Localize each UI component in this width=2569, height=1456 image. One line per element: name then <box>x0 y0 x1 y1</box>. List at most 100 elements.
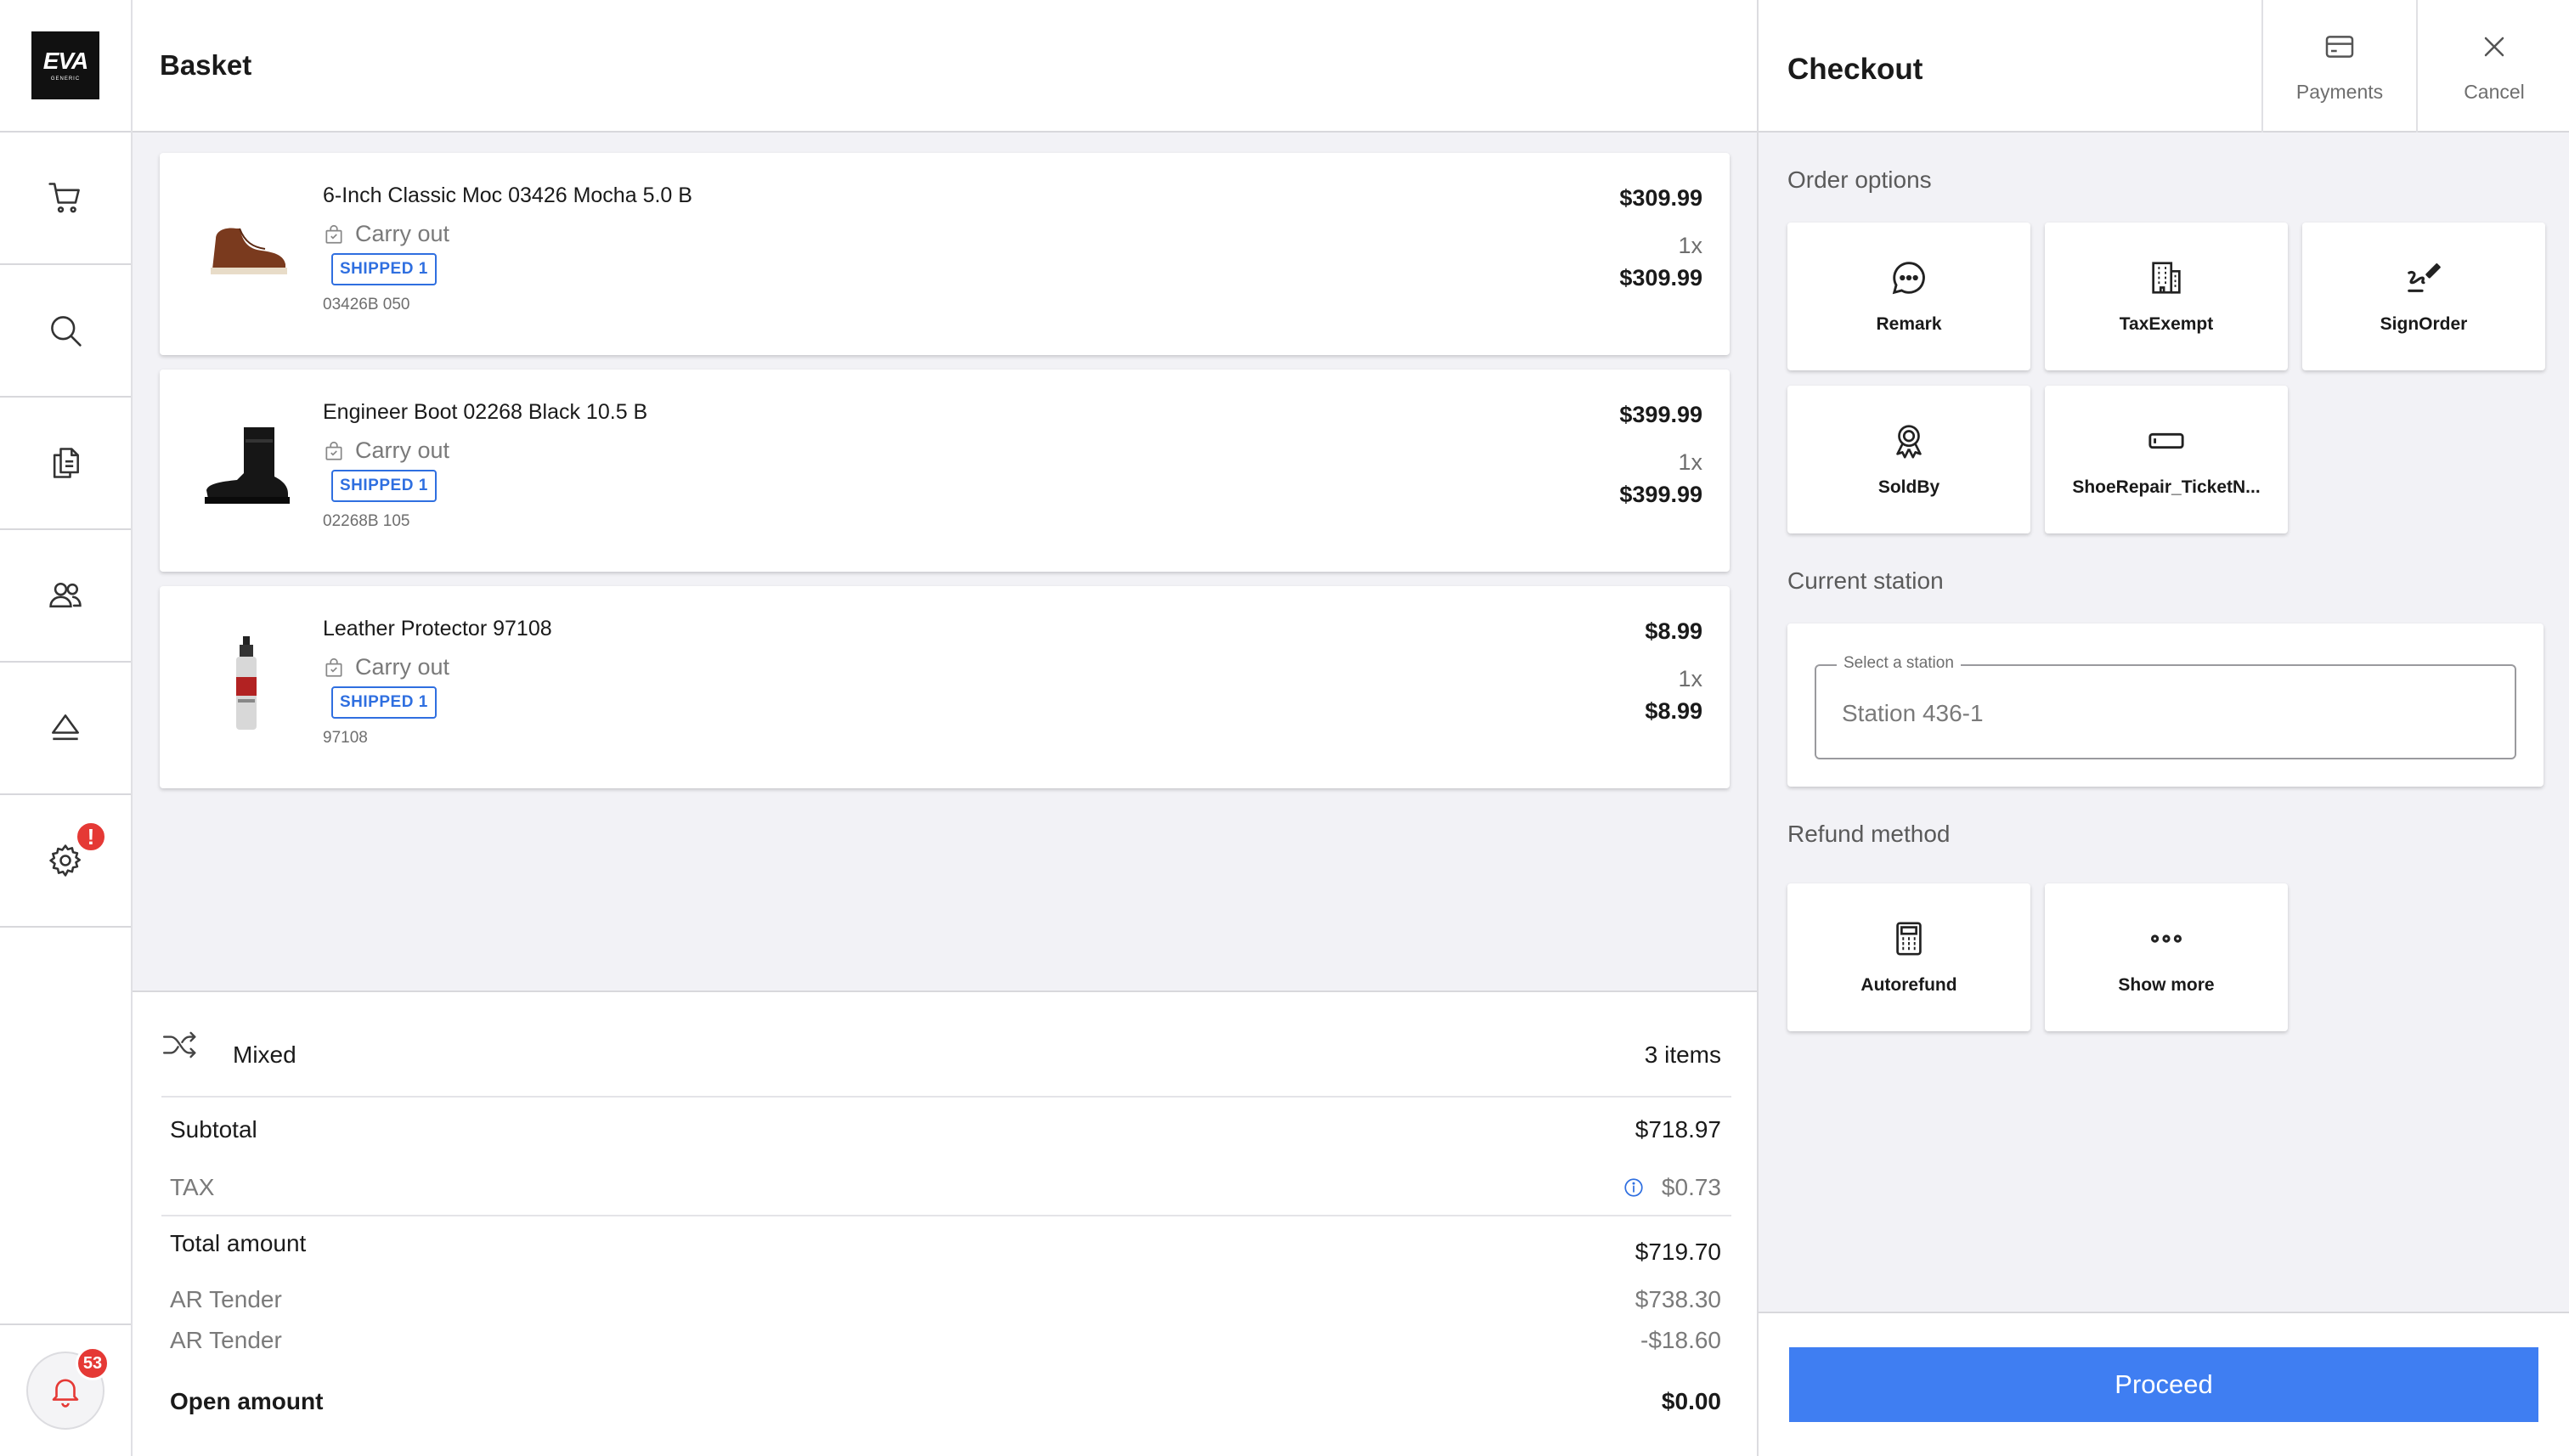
tender-amount: -$18.60 <box>1640 1327 1721 1353</box>
basket-item[interactable]: 6-Inch Classic Moc 03426 Mocha 5.0 B Car… <box>160 153 1730 355</box>
summary-divider <box>161 1215 1731 1216</box>
total-value: $719.70 <box>1635 1239 1721 1265</box>
speech-bubble-icon <box>1892 262 1925 295</box>
shipped-badge: SHIPPED 1 <box>331 470 437 502</box>
tender-label: AR Tender <box>170 1286 282 1312</box>
documents-icon <box>53 448 79 478</box>
station-card: Select a station <box>1787 624 2544 787</box>
award-icon <box>1896 425 1922 459</box>
shopping-bag-icon <box>325 657 342 677</box>
open-amount-row: Open amount $0.00 <box>170 1388 1721 1415</box>
option-soldby[interactable]: SoldBy <box>1787 386 2030 533</box>
delivery-mixed-row[interactable]: Mixed 3 items <box>161 992 1731 1098</box>
checkout-footer: Proceed <box>1759 1312 2569 1456</box>
signature-icon <box>2408 263 2441 292</box>
refund-autorefund[interactable]: Autorefund <box>1787 883 2030 1031</box>
option-label: Remark <box>1876 314 1942 334</box>
mixed-label: Mixed <box>233 1041 296 1068</box>
item-delivery-label: Carry out <box>355 437 450 463</box>
checkout-panel: Checkout Payments Cancel Order options R… <box>1757 0 2569 1456</box>
refund-method-title: Refund method <box>1787 821 1951 847</box>
item-line-total: $399.99 <box>1619 482 1702 507</box>
more-dots-icon <box>2150 934 2182 943</box>
eject-icon <box>52 714 79 741</box>
item-sku: 03426B 050 <box>323 296 410 313</box>
sidebar-item-basket[interactable] <box>0 133 131 265</box>
option-label: SoldBy <box>1877 477 1940 497</box>
checkout-title: Checkout <box>1787 53 1923 86</box>
sidebar-item-settings[interactable]: ! <box>0 795 131 928</box>
subtotal-row: Subtotal $718.97 <box>170 1116 1721 1143</box>
item-unit-price: $8.99 <box>1645 618 1702 644</box>
subtotal-value: $718.97 <box>1635 1116 1721 1143</box>
item-quantity: 1x <box>1678 666 1702 691</box>
checkout-header: Checkout Payments Cancel <box>1759 0 2569 133</box>
items-count: 3 items <box>1644 1041 1721 1068</box>
station-field-label: Select a station <box>1837 654 1961 673</box>
notifications-cell: 53 <box>0 1323 131 1456</box>
basket-items: 6-Inch Classic Moc 03426 Mocha 5.0 B Car… <box>160 153 1730 803</box>
settings-alert-badge: ! <box>75 821 107 853</box>
basket-header: Basket <box>133 0 1757 133</box>
item-unit-price: $399.99 <box>1619 402 1702 427</box>
refund-show-more[interactable]: Show more <box>2045 883 2288 1031</box>
item-name: Engineer Boot 02268 Black 10.5 B <box>323 400 648 424</box>
close-icon <box>2484 37 2504 56</box>
info-icon[interactable] <box>1623 1177 1645 1199</box>
cancel-label: Cancel <box>2464 80 2525 103</box>
logo-text: EVA <box>42 48 88 74</box>
option-remark[interactable]: Remark <box>1787 223 2030 370</box>
item-name: Leather Protector 97108 <box>323 617 552 641</box>
bell-icon <box>52 1379 79 1408</box>
item-delivery: Carry out <box>323 437 449 464</box>
option-taxexempt[interactable]: TaxExempt <box>2045 223 2288 370</box>
item-quantity: 1x <box>1678 233 1702 258</box>
item-unit-price: $309.99 <box>1619 185 1702 211</box>
shuffle-icon <box>162 1031 196 1058</box>
shipped-badge: SHIPPED 1 <box>331 686 437 719</box>
tender-label: AR Tender <box>170 1327 282 1353</box>
tender-row: AR Tender -$18.60 <box>170 1327 1721 1354</box>
tender-amount: $738.30 <box>1635 1286 1721 1312</box>
station-select-field[interactable]: Select a station <box>1815 654 2516 759</box>
sidebar-item-search[interactable] <box>0 265 131 398</box>
option-label: ShoeRepair_TicketN... <box>2072 477 2261 497</box>
sidebar-item-orders[interactable] <box>0 398 131 530</box>
ticket-icon <box>2148 432 2184 449</box>
proceed-button[interactable]: Proceed <box>1789 1347 2538 1422</box>
item-delivery: Carry out <box>323 654 449 680</box>
item-delivery-label: Carry out <box>355 654 450 680</box>
station-input[interactable] <box>1842 700 2487 727</box>
notifications-button[interactable]: 53 <box>26 1346 110 1430</box>
option-signorder[interactable]: SignOrder <box>2302 223 2545 370</box>
product-image-engineer-boot <box>192 412 302 522</box>
item-delivery-label: Carry out <box>355 221 450 246</box>
tax-row: TAX $0.73 <box>170 1174 1721 1201</box>
cancel-button[interactable]: Cancel <box>2416 0 2569 133</box>
item-name: 6-Inch Classic Moc 03426 Mocha 5.0 B <box>323 183 692 207</box>
tender-row: AR Tender $738.30 <box>170 1286 1721 1313</box>
item-line-total: $8.99 <box>1645 698 1702 724</box>
item-line-total: $309.99 <box>1619 265 1702 291</box>
item-quantity: 1x <box>1678 449 1702 475</box>
subtotal-label: Subtotal <box>170 1116 257 1143</box>
tax-label: TAX <box>170 1174 215 1200</box>
payments-button[interactable]: Payments <box>2261 0 2416 133</box>
item-delivery: Carry out <box>323 221 449 247</box>
cart-icon <box>48 183 80 213</box>
logo-subtext: GENERIC <box>50 76 81 82</box>
shipped-badge: SHIPPED 1 <box>331 253 437 285</box>
option-shoerepair-ticket[interactable]: ShoeRepair_TicketN... <box>2045 386 2288 533</box>
basket-item[interactable]: Leather Protector 97108 Carry out SHIPPE… <box>160 586 1730 788</box>
basket-item[interactable]: Engineer Boot 02268 Black 10.5 B Carry o… <box>160 370 1730 572</box>
total-label: Total amount <box>170 1230 307 1256</box>
sidebar-item-eject[interactable] <box>0 663 131 795</box>
users-icon <box>49 582 82 608</box>
current-station-title: Current station <box>1787 567 1944 594</box>
product-image-moc-boot <box>192 195 302 306</box>
option-label: TaxExempt <box>2119 314 2214 334</box>
search-icon <box>51 316 82 347</box>
sidebar-item-customers[interactable] <box>0 530 131 663</box>
open-amount-label: Open amount <box>170 1388 324 1414</box>
total-row: Total amount $719.70 <box>170 1230 1721 1265</box>
